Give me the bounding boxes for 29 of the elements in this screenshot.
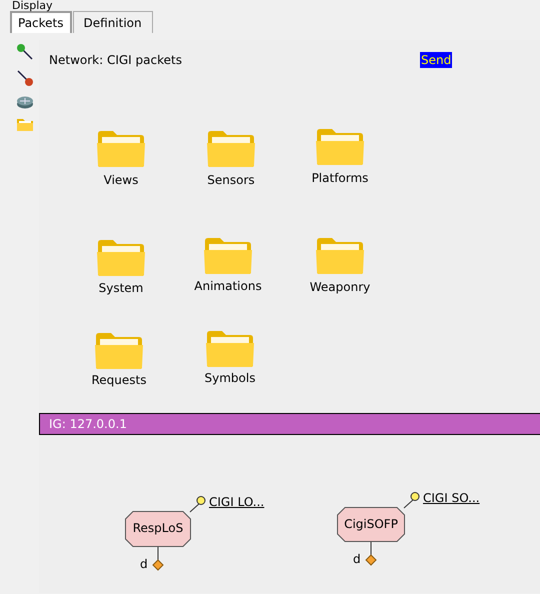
- port-label: d: [140, 557, 148, 571]
- folder-label: System: [98, 281, 144, 295]
- ig-label: IG: 127.0.0.1: [49, 417, 127, 431]
- output-port[interactable]: [152, 547, 164, 571]
- panel-title: Display: [12, 0, 53, 11]
- connector-pin[interactable]: [403, 491, 421, 509]
- tab[interactable]: Definition: [72, 11, 153, 33]
- tab[interactable]: Packets: [10, 11, 72, 33]
- output-port[interactable]: [365, 542, 377, 566]
- folder-label: Animations: [193, 279, 263, 293]
- connector-pin[interactable]: [189, 495, 207, 513]
- send-button[interactable]: Send: [420, 52, 452, 68]
- start-pin-icon[interactable]: [16, 43, 34, 61]
- link-label[interactable]: CIGI LO...: [209, 495, 264, 509]
- router-icon[interactable]: [16, 95, 34, 109]
- end-pin-icon[interactable]: [16, 69, 34, 87]
- node-name: CigiSOFP: [343, 517, 399, 531]
- link-label[interactable]: CIGI SO...: [423, 491, 480, 505]
- port-label: d: [353, 552, 361, 566]
- folder-label: Requests: [90, 373, 148, 387]
- folder-label: Symbols: [204, 371, 256, 385]
- node-shape[interactable]: [337, 507, 405, 542]
- folder-label: Platforms: [310, 171, 370, 185]
- node-shape[interactable]: [125, 511, 191, 547]
- folder-label: Weaponry: [308, 280, 372, 294]
- folder-label: Views: [102, 173, 140, 187]
- node-name: RespLoS: [132, 521, 184, 535]
- folder-label: Sensors: [206, 173, 256, 187]
- network-label: Network: CIGI packets: [49, 53, 182, 67]
